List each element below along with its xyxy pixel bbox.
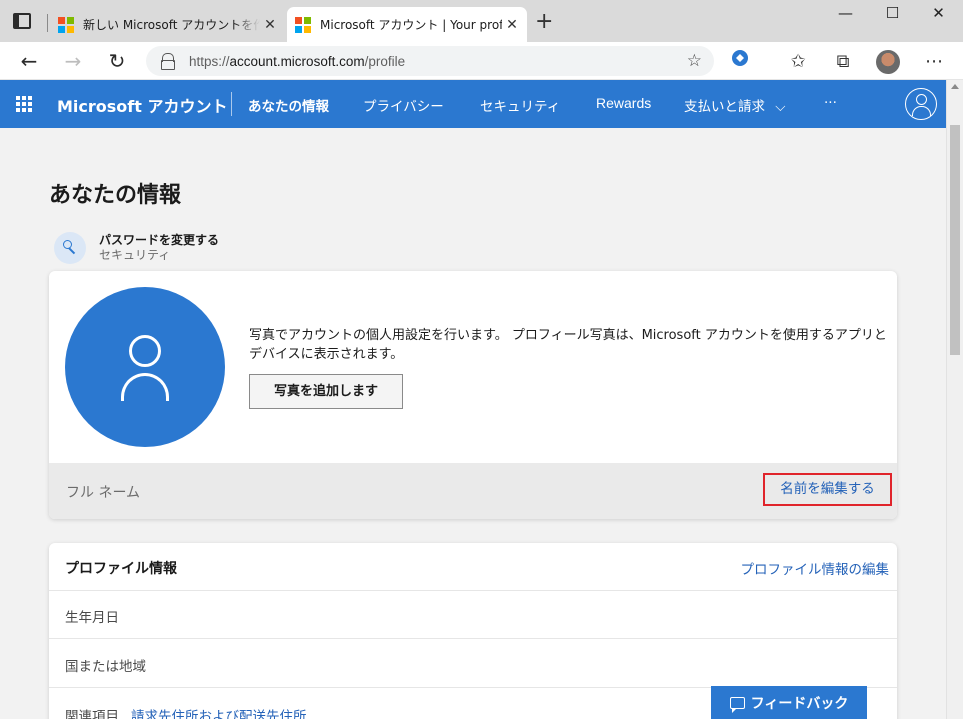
change-password-link[interactable]: パスワードを変更する セキュリティ [54, 232, 219, 264]
chat-bubble-icon [729, 696, 745, 713]
nav-billing[interactable]: 支払いと請求 ⌵ [684, 95, 786, 115]
browser-tab-profile[interactable]: Microsoft アカウント | Your profile ✕ [287, 7, 527, 42]
maximize-button[interactable]: ☐ [870, 4, 915, 28]
change-password-title: パスワードを変更する [99, 233, 220, 247]
url-text[interactable]: https://account.microsoft.com/profile [189, 54, 687, 69]
photo-description: 写真でアカウントの個人用設定を行います。 プロフィール写真は、Microsoft… [249, 328, 887, 362]
refresh-icon[interactable]: ↻ [104, 48, 130, 74]
scroll-up-arrow-icon[interactable] [951, 84, 959, 89]
browser-titlebar: 新しい Microsoft アカウントを作成する ✕ Microsoft アカウ… [0, 0, 963, 42]
scroll-thumb[interactable] [950, 125, 960, 355]
url-host: account.microsoft.com [229, 53, 365, 69]
forward-arrow-icon[interactable]: → [60, 48, 86, 74]
row-divider [49, 638, 897, 639]
site-header: Microsoft アカウント あなたの情報 プライバシー セキュリティ Rew… [0, 80, 946, 128]
nav-security[interactable]: セキュリティ [480, 95, 560, 115]
favorites-icon[interactable]: ✩ [785, 49, 811, 75]
brand-title[interactable]: Microsoft アカウント [57, 93, 227, 117]
header-divider [231, 92, 232, 116]
add-photo-button[interactable]: 写真を追加します [249, 374, 403, 409]
edit-name-link[interactable]: 名前を編集する [763, 473, 892, 506]
feedback-label: フィードバック [750, 695, 849, 712]
nav-more[interactable]: ··· [824, 95, 837, 111]
add-favorite-icon[interactable]: ☆ [687, 51, 702, 71]
nav-your-info[interactable]: あなたの情報 [248, 95, 329, 115]
app-launcher-icon[interactable] [16, 96, 32, 112]
related-items: 関連項目 請求先住所および配送先住所 [65, 705, 307, 719]
change-password-subtitle: セキュリティ [99, 248, 171, 262]
microsoft-logo-icon [58, 16, 74, 33]
chevron-down-icon: ⌵ [775, 99, 786, 115]
address-bar[interactable]: https://account.microsoft.com/profile ☆ [146, 46, 714, 76]
billing-shipping-address-link[interactable]: 請求先住所および配送先住所 [131, 709, 307, 719]
account-user-icon[interactable] [905, 88, 937, 120]
nav-rewards[interactable]: Rewards [596, 95, 651, 111]
lock-icon[interactable] [160, 53, 175, 70]
nav-privacy[interactable]: プライバシー [363, 95, 444, 115]
feedback-button[interactable]: フィードバック [711, 686, 867, 719]
profile-avatar-placeholder [65, 287, 225, 447]
person-body-icon [121, 373, 169, 401]
profile-info-title: プロファイル情報 [65, 561, 177, 577]
browser-extension-icon[interactable] [727, 49, 753, 75]
browser-toolbar: ← → ↻ https://account.microsoft.com/prof… [0, 42, 963, 80]
close-tab-icon[interactable]: ✕ [260, 17, 280, 33]
page-scrollbar[interactable] [946, 80, 963, 719]
row-divider [49, 590, 897, 591]
back-arrow-icon[interactable]: ← [16, 48, 42, 74]
full-name-row: フル ネーム 名前を編集する [49, 463, 897, 519]
browser-profile-avatar[interactable] [876, 50, 900, 74]
tab-title: Microsoft アカウント | Your profile [320, 18, 502, 32]
key-icon [54, 232, 86, 264]
nav-billing-label: 支払いと請求 [684, 99, 765, 115]
url-path: /profile [364, 53, 406, 69]
birthdate-label: 生年月日 [65, 610, 119, 626]
close-tab-icon[interactable]: ✕ [502, 17, 522, 33]
country-label: 国または地域 [65, 659, 146, 675]
minimize-button[interactable]: — [823, 4, 868, 28]
more-menu-icon[interactable]: ⋯ [921, 49, 947, 75]
collections-icon[interactable]: ⧉ [830, 49, 856, 75]
tab-title: 新しい Microsoft アカウントを作成する [83, 18, 260, 32]
close-window-button[interactable]: ✕ [916, 4, 961, 28]
page-title: あなたの情報 [49, 183, 182, 208]
microsoft-logo-icon [295, 16, 311, 33]
full-name-label: フル ネーム [66, 485, 141, 501]
tab-actions-icon[interactable] [13, 13, 31, 29]
browser-tab-create-account[interactable]: 新しい Microsoft アカウントを作成する ✕ [50, 7, 285, 42]
new-tab-button[interactable]: + [535, 11, 553, 33]
related-label: 関連項目 [65, 709, 119, 719]
tab-separator [47, 14, 48, 32]
profile-photo-card: 写真でアカウントの個人用設定を行います。 プロフィール写真は、Microsoft… [49, 271, 897, 519]
url-scheme: https:// [189, 53, 230, 69]
person-head-icon [129, 335, 161, 367]
edit-profile-info-link[interactable]: プロファイル情報の編集 [741, 558, 890, 578]
